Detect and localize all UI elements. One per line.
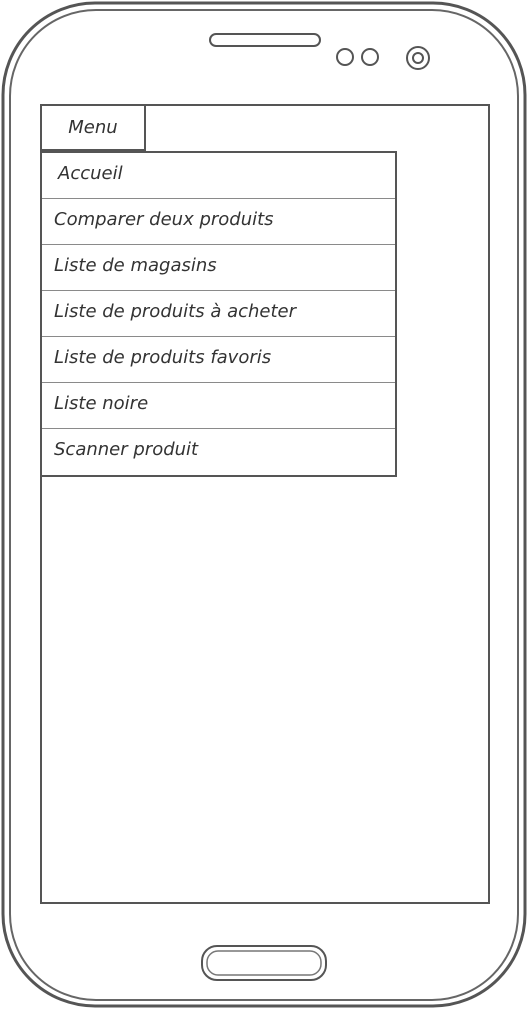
phone-mockup: Menu Accueil Comparer deux produits List…	[0, 0, 530, 1010]
menu-button[interactable]: Menu	[40, 104, 146, 151]
menu-item-liste-noire[interactable]: Liste noire	[42, 383, 395, 429]
menu-item-liste-de-produits-a-acheter[interactable]: Liste de produits à acheter	[42, 291, 395, 337]
front-camera-icon	[406, 46, 430, 70]
menu-item-liste-de-produits-favoris[interactable]: Liste de produits favoris	[42, 337, 395, 383]
front-camera-lens-icon	[412, 52, 424, 64]
menu-item-accueil[interactable]: Accueil	[42, 153, 395, 199]
sensor-icon	[336, 48, 354, 66]
sensor-icon	[361, 48, 379, 66]
speaker-slot-icon	[209, 33, 321, 47]
menu-item-comparer-deux-produits[interactable]: Comparer deux produits	[42, 199, 395, 245]
menu-item-scanner-produit[interactable]: Scanner produit	[42, 429, 395, 475]
dropdown-menu: Accueil Comparer deux produits Liste de …	[40, 151, 397, 477]
home-button-inner	[206, 950, 322, 976]
menu-item-liste-de-magasins[interactable]: Liste de magasins	[42, 245, 395, 291]
